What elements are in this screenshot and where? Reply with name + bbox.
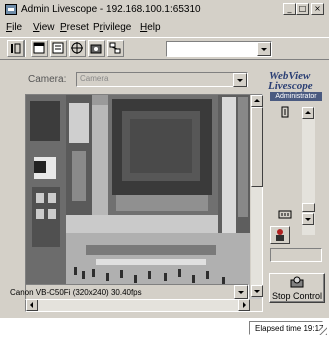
close-button[interactable]: × bbox=[311, 3, 324, 15]
scroll-left-button[interactable] bbox=[26, 299, 38, 311]
elapsed-pane: Elapsed time 19:17 bbox=[249, 321, 324, 335]
title-bar[interactable]: Admin Livescope - 192.168.100.1:65310 _ … bbox=[0, 0, 329, 20]
target-button[interactable] bbox=[69, 40, 86, 57]
minimize-button[interactable]: _ bbox=[283, 3, 296, 15]
camera-select[interactable]: Camera bbox=[76, 72, 248, 87]
menu-bar: File View Preset Privilege Help bbox=[0, 20, 329, 36]
scroll-thumb-vertical[interactable] bbox=[251, 107, 263, 187]
chevron-down-icon[interactable] bbox=[233, 73, 247, 87]
pan-position-field[interactable] bbox=[270, 248, 322, 262]
window-title: Admin Livescope - 192.168.100.1:65310 bbox=[21, 4, 201, 15]
video-horizontal-scrollbar[interactable] bbox=[26, 299, 250, 311]
video-vertical-scrollbar[interactable] bbox=[250, 95, 263, 297]
app-window: Admin Livescope - 192.168.100.1:65310 _ … bbox=[0, 0, 329, 337]
scroll-down-button[interactable] bbox=[251, 285, 263, 297]
camera-select-value: Camera bbox=[80, 74, 109, 83]
chevron-down-icon[interactable] bbox=[234, 285, 248, 299]
menu-help[interactable]: Help bbox=[140, 22, 161, 33]
street-scene-image bbox=[26, 95, 250, 297]
toolbar-separator bbox=[24, 40, 26, 57]
network-icon bbox=[109, 42, 121, 54]
list-button[interactable] bbox=[50, 40, 67, 57]
elapsed-time: Elapsed time 19:17 bbox=[255, 324, 324, 333]
menu-view[interactable]: View bbox=[33, 22, 55, 33]
maximize-button[interactable]: □ bbox=[296, 3, 309, 15]
zoom-in-button[interactable] bbox=[302, 107, 314, 119]
camera-app-icon bbox=[5, 4, 17, 15]
network-button[interactable] bbox=[107, 40, 124, 57]
window-button[interactable] bbox=[31, 40, 48, 57]
list-icon bbox=[52, 42, 64, 54]
pause-button[interactable] bbox=[7, 40, 24, 57]
window-icon bbox=[33, 42, 45, 54]
live-video[interactable] bbox=[26, 95, 250, 297]
stop-control-button[interactable]: Stop Control bbox=[269, 273, 325, 303]
camera-icon bbox=[90, 44, 102, 54]
stop-control-icon bbox=[290, 276, 304, 288]
person-icon bbox=[276, 229, 284, 241]
preset-select[interactable] bbox=[166, 41, 272, 57]
resize-grip-icon[interactable] bbox=[319, 327, 327, 335]
logo-livescope: Livescope bbox=[268, 80, 313, 92]
role-badge: Administrator bbox=[270, 92, 322, 101]
camera-label: Camera: bbox=[28, 74, 67, 85]
target-icon bbox=[71, 42, 83, 54]
scroll-right-button[interactable] bbox=[238, 299, 250, 311]
zoom-out-button[interactable] bbox=[302, 213, 314, 225]
zoom-slider-thumb[interactable] bbox=[302, 203, 315, 212]
video-viewer[interactable] bbox=[25, 94, 263, 312]
scroll-up-button[interactable] bbox=[251, 95, 263, 107]
scrollbar-corner bbox=[250, 299, 262, 311]
zoom-wide-icon bbox=[278, 208, 292, 220]
zoom-slider[interactable] bbox=[302, 107, 315, 235]
menu-preset[interactable]: Preset bbox=[60, 22, 89, 33]
camera-button[interactable] bbox=[88, 40, 105, 57]
backlight-button[interactable] bbox=[270, 226, 290, 244]
status-bar: Elapsed time 19:17 bbox=[0, 318, 329, 337]
stop-control-label: Stop Control bbox=[272, 291, 323, 301]
client-area: Camera: Camera WebView Livescope Adminis… bbox=[0, 59, 329, 329]
chevron-down-icon[interactable] bbox=[257, 42, 271, 56]
camera-info-text: Canon VB-C50Fi (320x240) 30.40fps bbox=[10, 288, 142, 297]
menu-privilege[interactable]: Privilege bbox=[93, 22, 131, 33]
menu-file[interactable]: File bbox=[6, 22, 22, 33]
zoom-tele-icon bbox=[278, 106, 292, 118]
pause-icon bbox=[11, 43, 21, 54]
toolbar bbox=[0, 37, 329, 59]
